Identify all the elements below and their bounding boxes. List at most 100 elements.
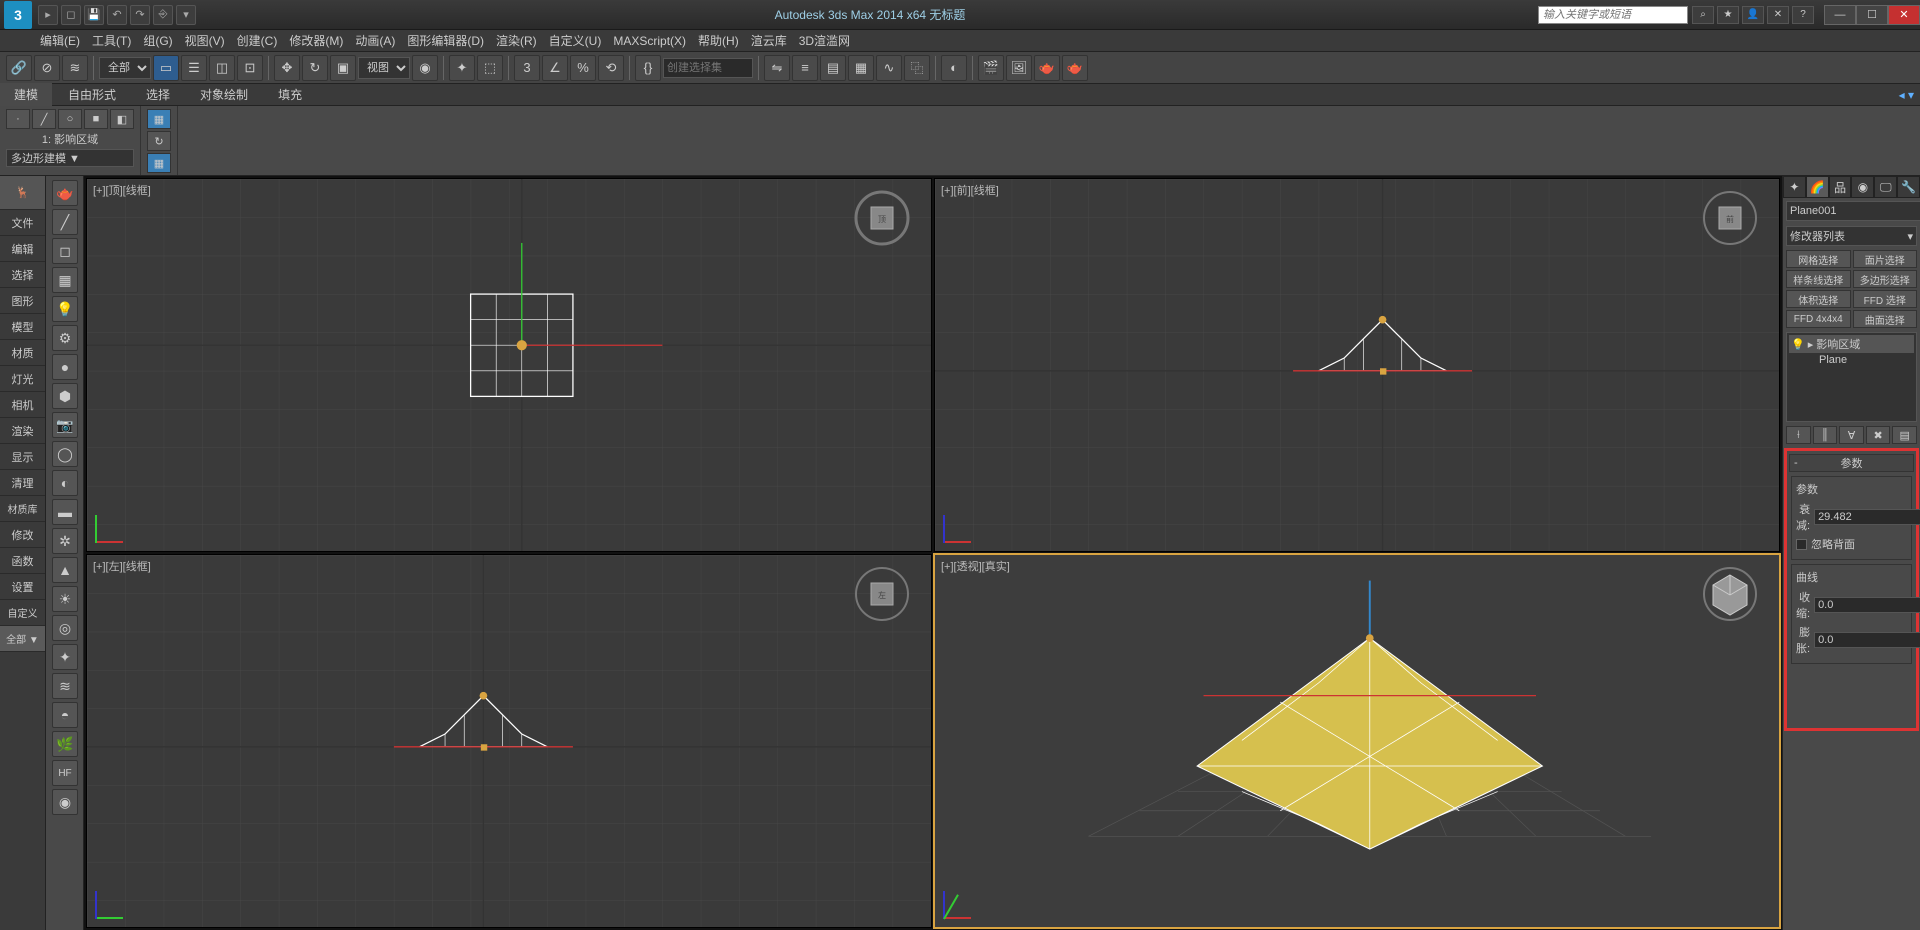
left-tab-edit[interactable]: 编辑 (0, 236, 45, 262)
align-icon[interactable]: ≡ (792, 55, 818, 81)
ribbon-tab-selection[interactable]: 选择 (132, 83, 184, 106)
select-region-icon[interactable]: ◫ (209, 55, 235, 81)
tool-noise-icon[interactable]: ◉ (52, 789, 78, 815)
viewport-front[interactable]: [+][前][线框] 前 (934, 178, 1780, 552)
tool-rock-icon[interactable]: ◓ (52, 702, 78, 728)
help-search-input[interactable] (1538, 6, 1688, 24)
selmod-ffd444[interactable]: FFD 4x4x4 (1786, 310, 1851, 328)
stack-pin-icon[interactable]: ⟊ (1786, 426, 1811, 444)
left-tab-camera[interactable]: 相机 (0, 392, 45, 418)
cmd-tab-hierarchy-icon[interactable]: 品 (1829, 176, 1852, 198)
stack-item-plane[interactable]: Plane (1819, 354, 1847, 366)
tool-sphere-icon[interactable]: ● (52, 354, 78, 380)
qat-link-icon[interactable]: ⎆ (153, 5, 173, 25)
left-tab-select[interactable]: 选择 (0, 262, 45, 288)
viewport-front-label[interactable]: [+][前][线框] (941, 182, 999, 198)
selmod-spline[interactable]: 样条线选择 (1786, 270, 1851, 288)
render-iterative-icon[interactable]: 🫖 (1062, 55, 1088, 81)
stack-show-result-icon[interactable]: ║ (1813, 426, 1838, 444)
left-tab-render[interactable]: 渲染 (0, 418, 45, 444)
tool-hf-icon[interactable]: HF (52, 760, 78, 786)
stack-unique-icon[interactable]: ∀ (1839, 426, 1864, 444)
viewport-left-label[interactable]: [+][左][线框] (93, 558, 151, 574)
tool-sun-icon[interactable]: ☀ (52, 586, 78, 612)
menu-create[interactable]: 创建(C) (237, 32, 278, 49)
select-by-name-icon[interactable]: ☰ (181, 55, 207, 81)
selmod-poly[interactable]: 多边形选择 (1853, 270, 1918, 288)
left-tab-light[interactable]: 灯光 (0, 366, 45, 392)
signin-icon[interactable]: 👤 (1742, 6, 1764, 24)
pivot-center-icon[interactable]: ◉ (412, 55, 438, 81)
cmd-tab-utilities-icon[interactable]: 🔧 (1897, 176, 1920, 198)
falloff-input[interactable] (1814, 509, 1920, 525)
bubble-input[interactable] (1814, 632, 1920, 648)
cmd-tab-create-icon[interactable]: ✦ (1783, 176, 1806, 198)
tool-modifier-icon[interactable]: ⚙ (52, 325, 78, 351)
link-icon[interactable]: 🔗 (6, 55, 32, 81)
selmod-surface[interactable]: 曲面选择 (1853, 310, 1918, 328)
left-tab-function[interactable]: 函数 (0, 548, 45, 574)
menu-views[interactable]: 视图(V) (185, 32, 225, 49)
menu-rendering[interactable]: 渲染(R) (496, 32, 537, 49)
viewcube-top[interactable]: 顶 (853, 189, 911, 247)
maximize-button[interactable]: ☐ (1856, 5, 1888, 25)
menu-maxscript[interactable]: MAXScript(X) (613, 34, 686, 48)
left-tab-shape[interactable]: 图形 (0, 288, 45, 314)
select-object-icon[interactable]: ▭ (153, 55, 179, 81)
modifier-stack[interactable]: 💡▸影响区域 Plane (1786, 332, 1917, 422)
percent-snap-icon[interactable]: % (570, 55, 596, 81)
tool-grid-icon[interactable]: ▦ (52, 267, 78, 293)
subobj-vertex-icon[interactable]: · (6, 109, 30, 129)
render-production-icon[interactable]: 🫖 (1034, 55, 1060, 81)
poly-modeling-dropdown[interactable]: 多边形建模 ▼ (6, 149, 134, 167)
tool-wave-icon[interactable]: ≋ (52, 673, 78, 699)
viewcube-persp[interactable] (1701, 565, 1759, 623)
window-crossing-icon[interactable]: ⊡ (237, 55, 263, 81)
left-tab-display[interactable]: 显示 (0, 444, 45, 470)
selection-set-input[interactable] (663, 58, 753, 78)
app-logo[interactable]: 3 (4, 1, 32, 29)
tool-cylinder-icon[interactable]: ⬢ (52, 383, 78, 409)
angle-snap-icon[interactable]: ∠ (542, 55, 568, 81)
tool-box-icon[interactable]: ◻ (52, 238, 78, 264)
tool-star-icon[interactable]: ✦ (52, 644, 78, 670)
bind-space-warp-icon[interactable]: ≋ (62, 55, 88, 81)
tool-grass-icon[interactable]: 🌿 (52, 731, 78, 757)
menu-help[interactable]: 帮助(H) (698, 32, 739, 49)
rendered-frame-icon[interactable]: 🖼 (1006, 55, 1032, 81)
tool-camera-icon[interactable]: 📷 (52, 412, 78, 438)
stack-bulb-icon[interactable]: 💡 (1791, 338, 1805, 351)
named-sel-sets-icon[interactable]: {} (635, 55, 661, 81)
left-tab-matlib[interactable]: 材质库 (0, 496, 45, 522)
layer-manager-icon[interactable]: ▤ (820, 55, 846, 81)
spinner-snap-icon[interactable]: ⟲ (598, 55, 624, 81)
menu-3dnet[interactable]: 3D渲滥网 (799, 32, 850, 49)
ribbon-collapse-icon[interactable]: ◂ ▾ (1893, 88, 1920, 102)
selection-filter-dropdown[interactable]: 全部 (99, 57, 151, 79)
tool-plane-icon[interactable]: ▬ (52, 499, 78, 525)
help-icon[interactable]: ? (1792, 6, 1814, 24)
viewcube-left[interactable]: 左 (853, 565, 911, 623)
qat-open-icon[interactable]: ◻ (61, 5, 81, 25)
manipulate-icon[interactable]: ✦ (449, 55, 475, 81)
tool-line-icon[interactable]: ╱ (52, 209, 78, 235)
tool-torus-icon[interactable]: ◎ (52, 615, 78, 641)
subobj-poly-icon[interactable]: ■ (84, 109, 108, 129)
ribbon-tab-freeform[interactable]: 自由形式 (54, 83, 130, 106)
selmod-volume[interactable]: 体积选择 (1786, 290, 1851, 308)
qat-redo-icon[interactable]: ↷ (130, 5, 150, 25)
ignore-backfacing-checkbox[interactable]: 忽略背面 (1796, 536, 1907, 552)
viewport-persp-label[interactable]: [+][透视][真实] (941, 558, 1010, 574)
exchange-icon[interactable]: ✕ (1767, 6, 1789, 24)
tool-light-icon[interactable]: 💡 (52, 296, 78, 322)
left-tab-modify[interactable]: 修改 (0, 522, 45, 548)
viewcube-front[interactable]: 前 (1701, 189, 1759, 247)
move-icon[interactable]: ✥ (274, 55, 300, 81)
infocenter-icon[interactable]: ⌕ (1692, 6, 1714, 24)
qat-save-icon[interactable]: 💾 (84, 5, 104, 25)
cmd-tab-display-icon[interactable]: 🖵 (1874, 176, 1897, 198)
ref-coord-dropdown[interactable]: 视图 (358, 57, 410, 79)
graphite-ribbon-icon[interactable]: ▦ (848, 55, 874, 81)
selmod-ffd[interactable]: FFD 选择 (1853, 290, 1918, 308)
stack-item-affect-region[interactable]: 影响区域 (1816, 336, 1860, 352)
